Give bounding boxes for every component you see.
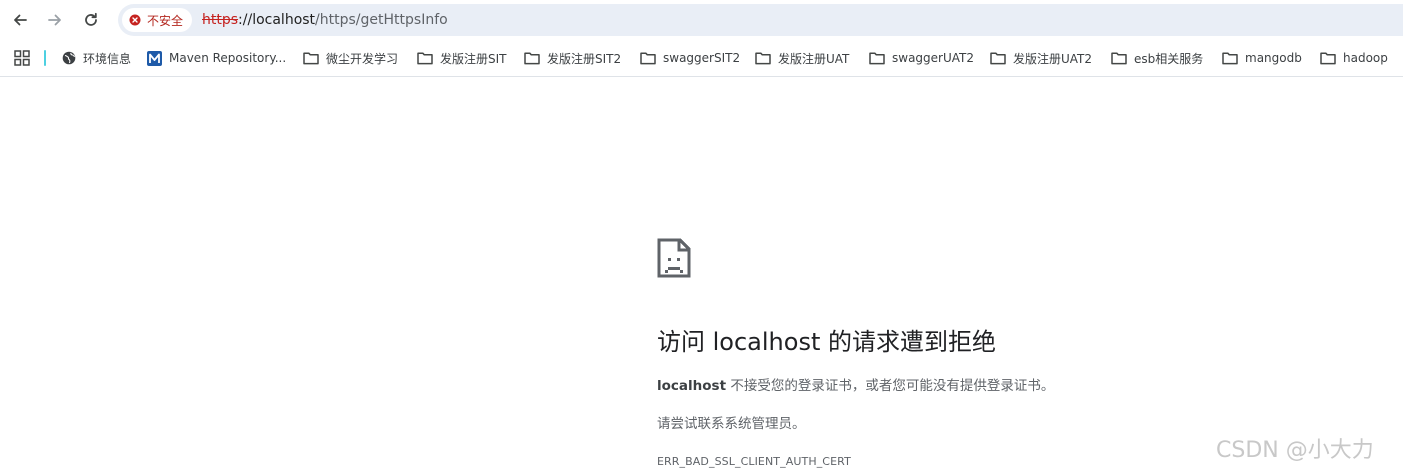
bookmark-label: 发版注册UAT2 — [1013, 51, 1093, 66]
url-scheme: https — [202, 12, 239, 28]
folder-icon — [1222, 51, 1238, 65]
error-advice: 请尝试联系系统管理员。 — [657, 416, 806, 432]
apps-grid-icon[interactable] — [14, 50, 30, 66]
bookmark-label: 发版注册SIT2 — [547, 51, 622, 66]
arrow-right-icon — [48, 14, 61, 26]
forward-button[interactable] — [41, 6, 69, 34]
bookmark-item[interactable]: hadoop — [1320, 48, 1388, 68]
bookmark-item[interactable]: esb相关服务 — [1111, 48, 1203, 68]
bookmark-item[interactable]: 发版注册SIT — [417, 48, 507, 68]
folder-icon — [640, 51, 656, 65]
error-description-text: 不接受您的登录证书，或者您可能没有提供登录证书。 — [726, 378, 1055, 394]
folder-icon — [524, 51, 540, 65]
back-button[interactable] — [6, 6, 34, 34]
bookmark-item[interactable]: swaggerUAT2 — [869, 48, 974, 68]
watermark: CSDN @小大力 — [1216, 438, 1374, 463]
bookmark-label: 环境信息 — [83, 51, 132, 66]
bookmark-label: mangodb — [1245, 51, 1302, 65]
folder-icon — [417, 51, 433, 65]
maven-icon — [147, 50, 162, 66]
error-description: localhost 不接受您的登录证书，或者您可能没有提供登录证书。 — [657, 376, 1357, 396]
bookmark-label: esb相关服务 — [1134, 51, 1204, 66]
error-heading: 访问 localhost 的请求遭到拒绝 — [657, 328, 996, 356]
url-text[interactable]: https://localhost/https/getHttpsInfo — [202, 11, 448, 29]
bookmark-label: Maven Repository... — [169, 51, 287, 65]
address-bar[interactable]: 不安全 https://localhost/https/getHttpsInfo — [118, 4, 1403, 36]
bookmark-label: 微尘开发学习 — [326, 51, 399, 66]
bookmarks-divider — [44, 50, 46, 66]
bookmark-item[interactable]: 发版注册UAT2 — [990, 48, 1092, 68]
bookmark-label: swaggerSIT2 — [663, 51, 741, 65]
folder-icon — [1320, 51, 1336, 65]
security-chip-label: 不安全 — [147, 13, 184, 28]
security-chip[interactable]: 不安全 — [122, 8, 193, 32]
url-host: localhost — [252, 12, 316, 28]
bookmark-item[interactable]: 环境信息 — [62, 48, 131, 68]
bookmark-label: 发版注册UAT — [778, 51, 850, 66]
bookmark-item[interactable]: swaggerSIT2 — [640, 48, 740, 68]
not-secure-icon — [129, 14, 141, 26]
reload-icon — [85, 12, 97, 26]
url-separator: :// — [238, 12, 253, 28]
browser-toolbar: 不安全 https://localhost/https/getHttpsInfo — [0, 0, 1403, 40]
folder-icon — [869, 51, 885, 65]
bookmark-item[interactable]: mangodb — [1222, 48, 1302, 68]
bookmark-item[interactable]: Maven Repository... — [147, 48, 286, 68]
bookmarks-bar: 环境信息 Maven Repository... 微尘开发学习 发版注册SIT … — [0, 40, 1403, 77]
arrow-left-icon — [14, 14, 27, 26]
folder-icon — [1111, 51, 1127, 65]
folder-icon — [990, 51, 1006, 65]
globe-icon — [62, 51, 76, 65]
url-path: /https/getHttpsInfo — [315, 12, 448, 28]
sad-document-icon — [657, 238, 691, 278]
reload-button[interactable] — [77, 6, 105, 34]
bookmark-item[interactable]: 发版注册UAT — [755, 48, 849, 68]
bookmark-label: hadoop — [1343, 51, 1388, 65]
bookmark-label: 发版注册SIT — [440, 51, 507, 66]
bookmark-item[interactable]: 发版注册SIT2 — [524, 48, 621, 68]
folder-icon — [303, 51, 319, 65]
folder-icon — [755, 51, 771, 65]
bookmark-label: swaggerUAT2 — [892, 51, 974, 65]
error-host: localhost — [657, 378, 727, 394]
bookmark-item[interactable]: 微尘开发学习 — [303, 48, 398, 68]
